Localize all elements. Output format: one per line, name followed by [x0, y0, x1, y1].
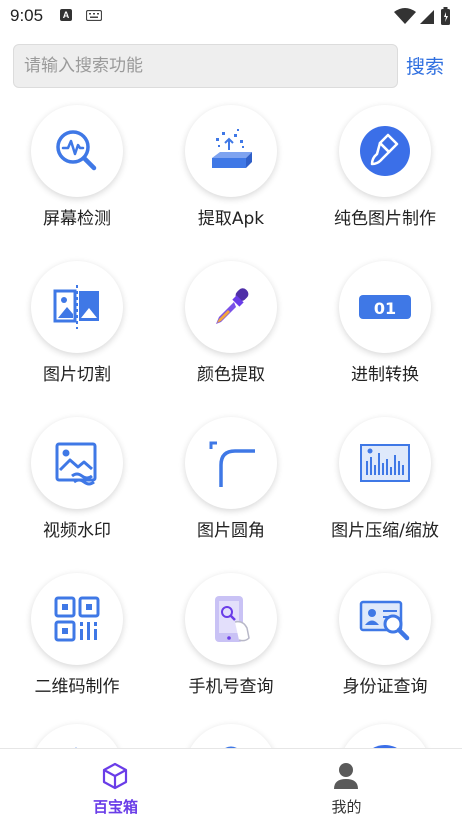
- tool-grid: 屏幕检测 提取Apk 纯色图片制作 图片切割 颜色提取 01 进制转换 视频水印…: [0, 100, 462, 748]
- qrcode-icon: [54, 596, 100, 642]
- search-input[interactable]: [13, 44, 398, 88]
- tool-icon-circle: [339, 417, 431, 509]
- video-watermark-icon: [55, 442, 97, 486]
- tool-label: 进制转换: [351, 365, 419, 385]
- tool-color-picker[interactable]: 颜色提取: [154, 256, 308, 412]
- tool-icon-circle: [31, 105, 123, 197]
- tool-icon-circle: [31, 417, 123, 509]
- tool-icon-circle: [31, 724, 123, 748]
- solid-color-brush-icon: [360, 126, 410, 176]
- tool-video-watermark[interactable]: 视频水印: [0, 412, 154, 568]
- tool-icon-circle: [185, 261, 277, 353]
- status-indicators-icon: [394, 7, 450, 25]
- base-convert-icon-text: 01: [374, 299, 396, 318]
- tool-label: 二维码制作: [34, 677, 120, 697]
- extract-apk-icon: [212, 129, 252, 168]
- tool-partial-item[interactable]: [308, 702, 462, 748]
- notification-a-icon: A: [60, 9, 72, 21]
- id-card-lookup-icon: [359, 600, 410, 641]
- tool-icon-circle: 01: [339, 261, 431, 353]
- nav-tab-mine[interactable]: 我的: [231, 749, 462, 821]
- nav-tab-label: 百宝箱: [92, 798, 138, 816]
- status-time: 9:05: [10, 6, 44, 25]
- nav-tab-label: 我的: [331, 798, 362, 816]
- nav-tab-toolbox[interactable]: 百宝箱: [0, 749, 231, 821]
- tool-extract-apk[interactable]: 提取Apk: [154, 100, 308, 256]
- tool-icon-circle: [185, 417, 277, 509]
- toolbox-cube-icon: [102, 762, 128, 790]
- tool-label: 图片圆角: [197, 521, 265, 541]
- tool-image-compress[interactable]: 图片压缩/缩放: [308, 412, 462, 568]
- tool-icon-circle: [185, 573, 277, 665]
- tool-partial-item[interactable]: [0, 702, 154, 748]
- tool-base-convert[interactable]: 01 进制转换: [308, 256, 462, 412]
- tool-image-round-corner[interactable]: 图片圆角: [154, 412, 308, 568]
- phone-lookup-icon: [215, 596, 250, 642]
- tool-label: 身份证查询: [342, 677, 428, 697]
- tool-screen-detect[interactable]: 屏幕检测: [0, 100, 154, 256]
- bottom-nav: 百宝箱 我的: [0, 748, 462, 821]
- tool-label: 图片切割: [43, 365, 111, 385]
- search-bar: 搜索: [0, 44, 462, 88]
- tool-label: 屏幕检测: [43, 209, 111, 229]
- color-picker-icon: [216, 288, 249, 324]
- tool-solid-color-image[interactable]: 纯色图片制作: [308, 100, 462, 256]
- tool-label: 图片压缩/缩放: [331, 521, 439, 541]
- status-bar: 9:05 A: [0, 0, 462, 32]
- tool-icon-circle: [185, 724, 277, 748]
- search-button[interactable]: 搜索: [406, 52, 444, 79]
- tool-label: 视频水印: [43, 521, 111, 541]
- tool-label: 颜色提取: [197, 365, 265, 385]
- tool-image-cut[interactable]: 图片切割: [0, 256, 154, 412]
- tool-icon-circle: [339, 105, 431, 197]
- tool-icon-circle: [339, 724, 431, 748]
- tool-icon-circle: [31, 261, 123, 353]
- tool-icon-circle: [31, 573, 123, 665]
- tool-label: 纯色图片制作: [334, 209, 436, 229]
- tool-icon-circle: [339, 573, 431, 665]
- image-round-corner-icon: [209, 441, 255, 487]
- tool-icon-circle: [185, 105, 277, 197]
- tool-partial-item[interactable]: [154, 702, 308, 748]
- tool-label: 提取Apk: [197, 209, 265, 229]
- base-convert-icon: 01: [359, 295, 411, 319]
- tool-id-card-lookup[interactable]: 身份证查询: [308, 568, 462, 724]
- user-icon: [334, 763, 358, 789]
- tool-label: 手机号查询: [188, 677, 274, 697]
- image-compress-icon: [360, 444, 410, 482]
- tool-phone-lookup[interactable]: 手机号查询: [154, 568, 308, 724]
- tool-qrcode[interactable]: 二维码制作: [0, 568, 154, 724]
- keyboard-icon: [86, 10, 102, 21]
- image-cut-icon: [53, 285, 99, 329]
- screen-detect-icon: [56, 130, 97, 171]
